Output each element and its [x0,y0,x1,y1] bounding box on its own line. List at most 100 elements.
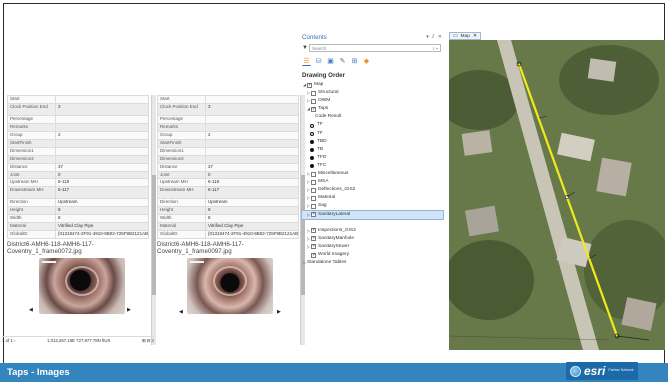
layer-visibility-checkbox[interactable] [311,203,316,209]
attribute-key: Distance [157,162,206,172]
attribute-value [55,95,149,104]
attribute-key: Material [157,222,206,232]
attribute-key: Joint [157,170,206,180]
attribute-value: 8 [205,214,299,224]
list-by-source-icon[interactable]: ⛁ [314,57,323,66]
popup-scrollbar[interactable] [151,95,156,345]
image-caption: District6-AMH6-118-AMH6-117-Coventry_1_f… [7,241,94,256]
layer-visibility-checkbox[interactable] [311,234,316,242]
attribute-value [205,114,299,124]
layer-visibility-checkbox[interactable] [311,251,316,259]
layer-item[interactable]: ◢Map [302,81,443,89]
feature-pager[interactable]: 1 of 1 › [2,338,15,344]
layer-visibility-checkbox[interactable] [311,98,316,104]
list-by-selection-icon[interactable]: ▣ [326,57,335,66]
layer-item[interactable]: TF [302,121,443,129]
layer-item[interactable]: ▷ MSA [302,178,443,186]
close-icon[interactable]: ✕ [473,34,477,39]
attribute-value: 6-117 [55,186,149,200]
layer-visibility-checkbox[interactable] [311,105,316,113]
attribute-row: Joint 0 [7,170,149,180]
scrollbar-thumb[interactable] [152,175,156,295]
layer-label: Inspections_GIS2 [318,227,356,233]
attribute-value [55,122,149,132]
layer-item[interactable]: World Imagery [302,251,443,259]
layer-item[interactable]: ▷ Material [302,194,443,202]
pipe-inspection-image[interactable] [187,258,273,315]
previous-image-arrow-icon[interactable]: ◀ [179,309,183,315]
layer-item[interactable]: ▷ OWM [302,97,443,105]
attribute-row: Remarks [7,122,149,132]
layer-visibility-checkbox[interactable] [311,210,316,218]
layer-item[interactable]: Code Result [302,113,443,121]
layer-item[interactable]: ▷SanitaryLateral [301,209,444,220]
attribute-row: GlobalID {01319474-2F91-4910-9B02-725F9B2… [7,230,149,240]
filter-icon[interactable]: ▼ [302,45,309,51]
layer-item[interactable]: TB [302,146,443,154]
layer-visibility-checkbox[interactable] [311,187,316,193]
drawing-order-heading: Drawing Order [302,72,345,79]
layer-list: ◢Map▷Structural▷OWM◢TapsCode Result TF TF T… [301,81,444,267]
layer-label: Structural [318,90,339,96]
attribute-value [55,154,149,164]
search-placeholder: Search [312,45,327,51]
attribute-key: Width [7,214,56,224]
attribute-row: Clock Position End 3 [157,102,299,116]
layer-item[interactable]: ▷ Deflections_GIS2 [302,186,443,194]
list-by-editing-icon[interactable]: ✎ [338,57,347,66]
attribute-row: Width 8 [157,214,299,224]
search-icon[interactable]: ⌕ ▾ [432,46,438,51]
map-view[interactable] [449,40,665,350]
attribute-row: Joint 0 [157,170,299,180]
layer-item[interactable]: ▷SanitarySewer [302,242,443,251]
layer-item[interactable]: ▷ Miscellaneous [302,170,443,178]
legend-symbol-icon [310,147,314,152]
layer-visibility-checkbox[interactable] [311,171,316,177]
attribute-value: {01319474-2F91-4910-9B02-725F9B2121AB} [205,230,299,240]
layer-item[interactable]: TF [302,130,443,138]
next-image-arrow-icon[interactable]: ▶ [277,309,281,315]
layer-item[interactable]: ▷ Sag [302,202,443,210]
attribute-key: StartFinish [157,138,206,148]
popup-tools-icon[interactable]: ⊞ ⊟ ⌕ [142,338,154,344]
layer-visibility-checkbox[interactable] [307,81,312,89]
next-image-arrow-icon[interactable]: ▶ [127,307,131,313]
layer-item[interactable]: ▷ Standalone Tables [302,259,443,267]
previous-image-arrow-icon[interactable]: ◀ [29,307,33,313]
popup-footer: 1 of 1 › 1,012,267.15E 727,977.78N ftUS … [2,336,154,344]
list-by-snapping-icon[interactable]: ⊞ [350,57,359,66]
pipe-inspection-image[interactable] [39,258,125,315]
layer-item[interactable]: ▷ Structural [302,89,443,97]
logo-word: esri [584,364,606,378]
attribute-key: Upstream MH [157,178,206,188]
layer-visibility-checkbox[interactable] [311,242,316,251]
popup-panel-left: Start Clock Position End 3 Percentage Remark… [2,95,156,345]
layer-visibility-checkbox[interactable] [311,226,316,234]
tab-map[interactable]: ▭ Map ✕ [449,32,481,40]
attribute-row: Start [7,95,149,104]
attribute-value: 8 [55,214,149,224]
attribute-key: Distance [7,162,56,172]
layer-visibility-checkbox[interactable] [311,195,316,201]
attribute-row: GlobalID {01319474-2F91-4910-9B02-725F9B2… [157,230,299,240]
layer-item[interactable]: ▷Inspections_GIS2 [302,226,443,235]
attribute-key: Start [157,95,206,104]
layer-item[interactable]: TFD [302,154,443,162]
layer-item[interactable]: TFC [302,162,443,170]
layer-item[interactable]: ◢Taps [302,105,443,113]
layer-visibility-checkbox[interactable] [311,179,316,185]
list-by-labeling-icon[interactable]: ◆ [362,57,371,66]
attribute-key: Remarks [157,122,206,132]
legend-symbol-icon [310,155,314,160]
list-by-drawing-order-icon[interactable]: ☰ [302,57,311,66]
pane-window-buttons[interactable]: ▾ ⫽ ✕ [426,34,443,40]
attribute-value [205,154,299,164]
layer-item[interactable]: TBD [302,138,443,146]
layer-visibility-checkbox[interactable] [311,90,316,96]
attribute-value [205,95,299,104]
layer-item[interactable]: ▷SanitaryManhole [302,234,443,243]
attribute-row: Remarks [157,122,299,132]
search-input[interactable]: Search ⌕ ▾ [309,44,441,52]
layer-label: OWM [318,98,331,104]
attribute-key: Percentage [7,114,56,124]
